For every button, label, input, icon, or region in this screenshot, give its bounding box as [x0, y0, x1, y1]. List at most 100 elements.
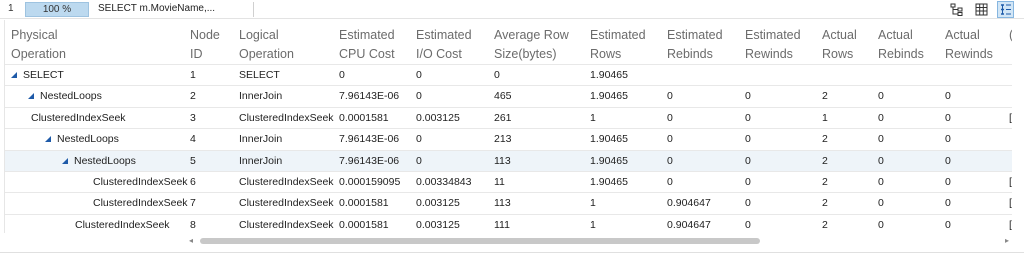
row-number: 1	[8, 3, 14, 14]
cell-estimated-rebinds: 0	[667, 154, 673, 167]
column-header-actual-rebinds[interactable]: Actual Rebinds	[878, 26, 924, 64]
cell-physical-operation: ClusteredIndexSeek	[31, 111, 126, 124]
cell-estimated-rows: 1	[590, 111, 596, 124]
cell-actual-rebinds: 0	[878, 176, 884, 188]
cell-logical-operation: ClusteredIndexSeek	[239, 218, 334, 231]
column-header-estimated-rewinds[interactable]: Estimated Rewinds	[745, 26, 801, 64]
table-row[interactable]: NestedLoops 4 InnerJoin 7.96143E-06 0 213 1.90…	[5, 128, 1012, 149]
cell-logical-operation: ClusteredIndexSeek	[239, 176, 334, 188]
cell-average-row-size: 111	[494, 218, 510, 231]
cell-estimated-cpu-cost: 0	[339, 69, 345, 81]
cell-truncated: [	[1009, 111, 1012, 124]
column-header-estimated-rows[interactable]: Estimated Rows	[590, 26, 646, 64]
cell-estimated-rewinds: 0	[745, 90, 751, 103]
grid-view-button[interactable]	[973, 1, 990, 18]
cell-actual-rewinds: 0	[945, 90, 951, 103]
query-text[interactable]: SELECT m.MovieName,...	[90, 2, 254, 17]
tree-view-icon	[950, 3, 963, 16]
cell-estimated-io-cost: 0.003125	[416, 111, 460, 124]
cell-physical-operation: ClusteredIndexSeek	[75, 218, 170, 231]
cell-actual-rows: 2	[822, 197, 828, 210]
cell-actual-rewinds: 0	[945, 218, 951, 231]
cell-actual-rows: 2	[822, 176, 828, 188]
cell-estimated-rewinds: 0	[745, 133, 751, 146]
cell-actual-rebinds: 0	[878, 133, 884, 146]
cell-estimated-cpu-cost: 7.96143E-06	[339, 154, 400, 167]
cell-actual-rows: 1	[822, 111, 828, 124]
scroll-left-arrow-icon[interactable]: ◂	[186, 235, 196, 247]
list-view-button[interactable]	[997, 1, 1014, 18]
cell-estimated-rows: 1.90465	[590, 69, 628, 81]
cell-estimated-rows: 1	[590, 218, 596, 231]
cell-node-id: 7	[190, 197, 196, 210]
expand-triangle-icon[interactable]	[62, 157, 68, 164]
cell-node-id: 2	[190, 90, 196, 103]
scrollbar-thumb[interactable]	[200, 238, 760, 244]
table-row[interactable]: SELECT 1 SELECT 0 0 0 1.90465	[5, 64, 1012, 85]
grid-view-icon	[975, 3, 988, 16]
column-header-logical-operation[interactable]: Logical Operation	[239, 26, 294, 64]
cell-estimated-rewinds: 0	[745, 197, 751, 210]
cell-estimated-rows: 1.90465	[590, 133, 628, 146]
column-header-physical-operation[interactable]: Physical Operation	[11, 26, 66, 64]
cell-node-id: 4	[190, 133, 196, 146]
column-header-actual-rows[interactable]: Actual Rows	[822, 26, 857, 64]
cell-estimated-rows: 1	[590, 197, 596, 210]
column-header-truncated[interactable]: (	[1009, 26, 1012, 45]
column-header-average-row-size[interactable]: Average Row Size(bytes)	[494, 26, 569, 64]
table-row[interactable]: ClusteredIndexSeek 8 ClusteredIndexSeek 0.0…	[5, 213, 1012, 233]
cell-estimated-rebinds: 0	[667, 133, 673, 146]
cell-physical-operation: ClusteredIndexSeek	[93, 176, 188, 188]
cell-estimated-rebinds: 0	[667, 90, 673, 103]
cell-actual-rebinds: 0	[878, 90, 884, 103]
cell-truncated: [	[1009, 176, 1012, 188]
cell-actual-rewinds: 0	[945, 176, 951, 188]
cell-logical-operation: InnerJoin	[239, 90, 283, 103]
table-row[interactable]: NestedLoops 5 InnerJoin 7.96143E-06 0 113 1.90…	[5, 149, 1012, 171]
column-header-actual-rewinds[interactable]: Actual Rewinds	[945, 26, 993, 64]
grid-header: Physical Operation Node ID Logical Opera…	[5, 20, 1012, 64]
cell-actual-rows: 2	[822, 133, 828, 146]
cell-average-row-size: 113	[494, 154, 511, 167]
cell-node-id: 8	[190, 218, 196, 231]
cell-physical-operation: NestedLoops	[74, 154, 136, 167]
cell-actual-rewinds: 0	[945, 197, 951, 210]
cell-estimated-cpu-cost: 0.0001581	[339, 197, 389, 210]
column-header-node-id[interactable]: Node ID	[190, 26, 220, 64]
cell-actual-rewinds: 0	[945, 133, 951, 146]
column-header-estimated-cpu-cost[interactable]: Estimated CPU Cost	[339, 26, 395, 64]
cell-estimated-io-cost: 0	[416, 90, 422, 103]
scroll-right-arrow-icon[interactable]: ▸	[1002, 235, 1012, 247]
cell-truncated: [	[1009, 218, 1012, 231]
table-row[interactable]: ClusteredIndexSeek 6 ClusteredIndexSeek 0.0…	[5, 171, 1012, 192]
cell-physical-operation: NestedLoops	[40, 90, 102, 103]
cell-logical-operation: ClusteredIndexSeek	[239, 111, 334, 124]
cell-actual-rebinds: 0	[878, 154, 884, 167]
column-header-estimated-rebinds[interactable]: Estimated Rebinds	[667, 26, 723, 64]
tree-view-button[interactable]	[948, 1, 965, 18]
divider	[0, 252, 1024, 253]
cell-estimated-rows: 1.90465	[590, 176, 628, 188]
cell-physical-operation: ClusteredIndexSeek	[93, 197, 188, 210]
column-header-estimated-io-cost[interactable]: Estimated I/O Cost	[416, 26, 472, 64]
cell-estimated-rebinds: 0.904647	[667, 197, 711, 210]
showplan-grid: Physical Operation Node ID Logical Opera…	[4, 20, 1012, 233]
cell-node-id: 6	[190, 176, 196, 188]
cell-estimated-io-cost: 0.00334843	[416, 176, 472, 188]
table-row[interactable]: ClusteredIndexSeek 3 ClusteredIndexSeek 0.0…	[5, 106, 1012, 128]
table-row[interactable]: NestedLoops 2 InnerJoin 7.96143E-06 0 465 1.90…	[5, 85, 1012, 106]
cell-estimated-rows: 1.90465	[590, 154, 628, 167]
cell-estimated-rebinds: 0	[667, 176, 673, 188]
cell-node-id: 3	[190, 111, 196, 124]
cell-estimated-cpu-cost: 0.000159095	[339, 176, 401, 188]
zoom-level[interactable]: 100 %	[25, 2, 89, 17]
cell-average-row-size: 261	[494, 111, 512, 124]
horizontal-scrollbar[interactable]: ◂ ▸	[186, 235, 1016, 247]
cell-estimated-rewinds: 0	[745, 111, 751, 124]
expand-triangle-icon[interactable]	[11, 72, 17, 78]
expand-triangle-icon[interactable]	[45, 136, 51, 143]
cell-actual-rows: 2	[822, 218, 828, 231]
expand-triangle-icon[interactable]	[28, 93, 34, 100]
cell-estimated-io-cost: 0	[416, 133, 422, 146]
table-row[interactable]: ClusteredIndexSeek 7 ClusteredIndexSeek 0.0…	[5, 192, 1012, 213]
